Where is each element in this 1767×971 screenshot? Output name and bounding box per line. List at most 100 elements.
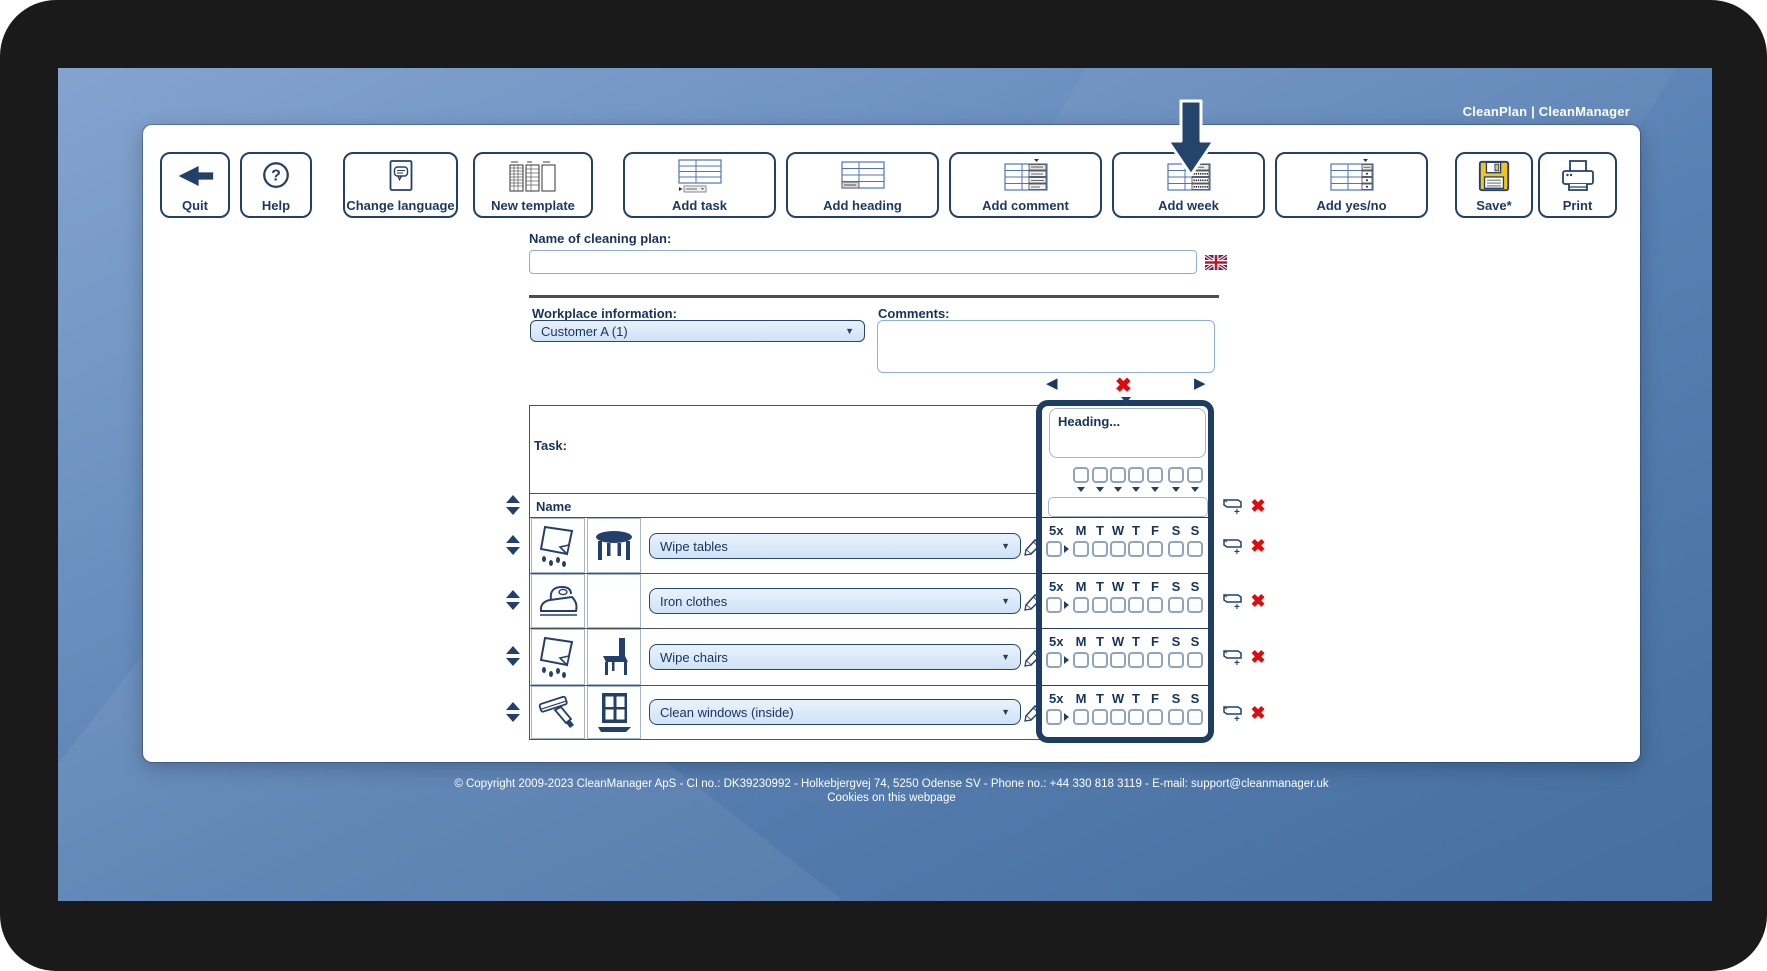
expand-days-icon[interactable] (1064, 601, 1069, 609)
expand-days-icon[interactable] (1064, 713, 1069, 721)
day-checkbox[interactable] (1168, 709, 1184, 725)
uk-flag-icon[interactable] (1205, 255, 1227, 270)
week-heading-input[interactable]: Heading... (1049, 408, 1206, 458)
day-checkbox[interactable] (1147, 709, 1163, 725)
cookies-link[interactable]: Cookies on this webpage (143, 791, 1640, 805)
day-checkbox[interactable] (1128, 652, 1144, 668)
day-checkbox[interactable] (1147, 597, 1163, 613)
sort-row-handle[interactable] (506, 495, 520, 515)
day-checkbox[interactable] (1110, 652, 1126, 668)
column-fill-caret-icon[interactable] (1151, 487, 1159, 492)
day-checkbox[interactable] (1168, 541, 1184, 557)
sort-row-handle[interactable] (506, 535, 520, 555)
heading-day-checkbox[interactable] (1073, 467, 1089, 483)
frequency-checkbox[interactable] (1046, 597, 1062, 613)
day-checkbox[interactable] (1168, 652, 1184, 668)
print-button[interactable]: Print (1538, 152, 1617, 218)
day-checkbox[interactable] (1092, 541, 1108, 557)
sort-row-handle[interactable] (506, 590, 520, 610)
day-checkbox[interactable] (1187, 709, 1203, 725)
add-task-button[interactable]: Add task (623, 152, 776, 218)
heading-day-checkbox[interactable] (1147, 467, 1163, 483)
move-week-left-icon[interactable]: ◀ (1046, 376, 1058, 392)
workplace-selected-value: Customer A (1) (541, 323, 628, 339)
day-checkbox[interactable] (1187, 652, 1203, 668)
change-language-button[interactable]: Change language (343, 152, 458, 218)
expand-days-icon[interactable] (1064, 656, 1069, 664)
day-checkbox[interactable] (1187, 541, 1203, 557)
add-row-comment-icon[interactable]: + (1222, 647, 1244, 667)
day-checkbox[interactable] (1092, 597, 1108, 613)
day-checkbox[interactable] (1073, 709, 1089, 725)
day-checkbox[interactable] (1168, 597, 1184, 613)
heading-day-checkbox[interactable] (1128, 467, 1144, 483)
day-checkbox[interactable] (1147, 652, 1163, 668)
day-checkbox[interactable] (1073, 541, 1089, 557)
delete-row-icon[interactable]: ✖ (1248, 496, 1268, 516)
workplace-select[interactable]: Customer A (1) ▼ (530, 320, 865, 342)
column-fill-caret-icon[interactable] (1096, 487, 1104, 492)
delete-row-icon[interactable]: ✖ (1248, 536, 1268, 556)
new-template-button[interactable]: New template (473, 152, 593, 218)
heading-day-checkbox[interactable] (1187, 467, 1203, 483)
frequency-label: 5x (1049, 634, 1064, 649)
column-fill-caret-icon[interactable] (1132, 487, 1140, 492)
day-checkbox[interactable] (1110, 709, 1126, 725)
svg-text:+: + (1234, 658, 1240, 667)
task-select[interactable]: Wipe tables ▼ (649, 533, 1021, 559)
delete-row-icon[interactable]: ✖ (1248, 591, 1268, 611)
column-fill-caret-icon[interactable] (1191, 487, 1199, 492)
expand-days-icon[interactable] (1064, 545, 1069, 553)
frequency-checkbox[interactable] (1046, 541, 1062, 557)
add-comment-button[interactable]: Add comment (949, 152, 1102, 218)
day-checkbox[interactable] (1147, 541, 1163, 557)
add-row-comment-icon[interactable]: + (1222, 496, 1244, 516)
frequency-checkbox[interactable] (1046, 652, 1062, 668)
quit-button[interactable]: Quit (160, 152, 230, 218)
section-divider (529, 295, 1219, 298)
task-column-label: Task: (534, 438, 567, 453)
delete-row-icon[interactable]: ✖ (1248, 647, 1268, 667)
task-select[interactable]: Wipe chairs ▼ (649, 644, 1021, 670)
add-yesno-button[interactable]: Add yes/no (1275, 152, 1428, 218)
column-fill-caret-icon[interactable] (1172, 487, 1180, 492)
day-checkbox[interactable] (1110, 597, 1126, 613)
table-icon (587, 518, 641, 573)
column-fill-caret-icon[interactable] (1114, 487, 1122, 492)
day-checkbox[interactable] (1092, 652, 1108, 668)
heading-day-checkbox[interactable] (1168, 467, 1184, 483)
add-row-comment-icon[interactable]: + (1222, 536, 1244, 556)
move-week-right-icon[interactable]: ▶ (1194, 376, 1206, 392)
task-select[interactable]: Clean windows (inside) ▼ (649, 699, 1021, 725)
empty-icon-cell (587, 574, 641, 628)
day-checkbox[interactable] (1128, 597, 1144, 613)
help-button[interactable]: ? Help (240, 152, 312, 218)
day-checkbox[interactable] (1110, 541, 1126, 557)
add-row-comment-icon[interactable]: + (1222, 703, 1244, 723)
day-checkbox[interactable] (1092, 709, 1108, 725)
sort-row-handle[interactable] (506, 646, 520, 666)
delete-row-icon[interactable]: ✖ (1248, 703, 1268, 723)
cleaning-plan-name-input[interactable] (529, 250, 1197, 274)
comments-textarea[interactable] (877, 320, 1215, 373)
wet-cloth-icon (531, 518, 585, 573)
day-label: T (1096, 691, 1104, 706)
heading-day-checkbox[interactable] (1110, 467, 1126, 483)
day-label: W (1111, 579, 1125, 594)
column-fill-caret-icon[interactable] (1077, 487, 1085, 492)
save-button[interactable]: Save* (1455, 152, 1533, 218)
add-heading-button[interactable]: Add heading (786, 152, 939, 218)
add-row-comment-icon[interactable]: + (1222, 591, 1244, 611)
day-checkbox[interactable] (1128, 541, 1144, 557)
chevron-down-icon: ▼ (1001, 595, 1010, 606)
day-checkbox[interactable] (1073, 597, 1089, 613)
heading-day-checkbox[interactable] (1092, 467, 1108, 483)
delete-week-icon[interactable]: ✖ (1115, 373, 1132, 398)
week-cell: 5x M T W T F S S (1042, 685, 1208, 737)
frequency-checkbox[interactable] (1046, 709, 1062, 725)
day-checkbox[interactable] (1128, 709, 1144, 725)
sort-row-handle[interactable] (506, 702, 520, 722)
task-select[interactable]: Iron clothes ▼ (649, 588, 1021, 614)
day-checkbox[interactable] (1187, 597, 1203, 613)
day-checkbox[interactable] (1073, 652, 1089, 668)
